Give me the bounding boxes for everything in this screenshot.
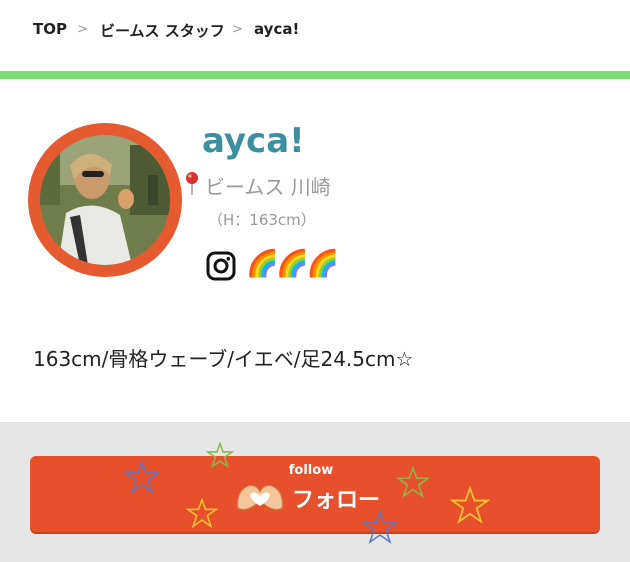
breadcrumb-staff[interactable]: ビームス スタッフ — [100, 20, 225, 41]
avatar — [40, 135, 170, 265]
profile-name: ayca! — [202, 121, 305, 161]
shop-name[interactable]: ビームス 川崎 — [205, 171, 331, 200]
star-icon — [186, 498, 218, 528]
height-info: （H：163cm） — [208, 211, 316, 229]
follow-small-label: follow — [288, 463, 334, 478]
profile-card: ayca! ビームス 川崎 （H：163cm） 🌈🌈🌈 163cm/骨格ウェーブ… — [0, 79, 630, 422]
breadcrumb-current: ayca! — [254, 20, 300, 38]
star-icon — [396, 466, 430, 498]
star-icon — [450, 486, 490, 524]
breadcrumb: TOP > ビームス スタッフ > ayca! — [0, 0, 630, 70]
follow-section: follow フォロー — [0, 422, 630, 562]
breadcrumb-separator: > — [77, 22, 88, 37]
star-icon — [362, 510, 398, 544]
accent-bar — [0, 71, 630, 79]
location-pin-icon — [186, 172, 198, 195]
heart-hands-icon — [237, 485, 283, 510]
breadcrumb-separator: > — [232, 22, 243, 37]
star-icon — [124, 460, 160, 494]
instagram-icon[interactable] — [206, 251, 236, 281]
profile-bio: 163cm/骨格ウェーブ/イエベ/足24.5cm☆ — [33, 347, 414, 371]
star-icon — [206, 442, 234, 468]
avatar-photo — [40, 135, 170, 265]
rainbow-emojis: 🌈🌈🌈 — [246, 249, 339, 279]
breadcrumb-top[interactable]: TOP — [33, 20, 67, 38]
